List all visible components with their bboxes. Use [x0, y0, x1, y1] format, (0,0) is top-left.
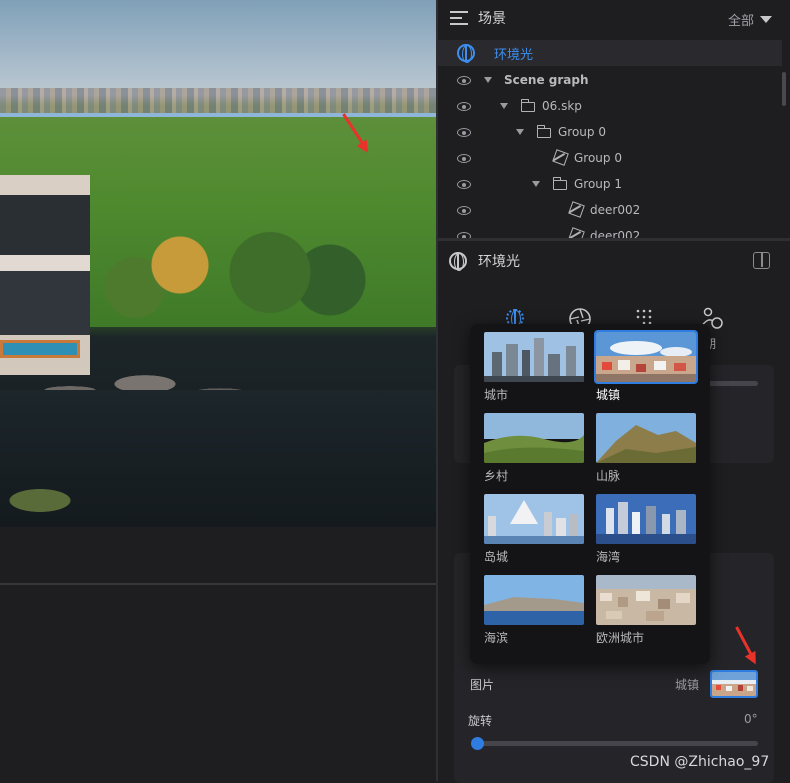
tree-row-label: 环境光	[494, 47, 534, 63]
mesh-icon	[568, 227, 585, 238]
menu-icon[interactable]	[450, 11, 468, 25]
environment-image-thumbnail[interactable]	[710, 670, 758, 698]
rotation-slider-thumb[interactable]	[471, 737, 484, 750]
env-option-seaside[interactable]	[484, 575, 584, 625]
folder-icon	[536, 125, 551, 138]
tree-row-label: Group 0	[558, 125, 606, 139]
pool	[0, 340, 80, 358]
tree-row-deer002[interactable]: deer002	[438, 223, 782, 238]
eye-icon[interactable]	[457, 128, 471, 137]
mesh-icon	[568, 201, 585, 218]
caret-down-icon[interactable]	[516, 129, 524, 135]
watermark: CSDN @Zhichao_97	[630, 754, 770, 770]
skyline-image	[0, 88, 436, 114]
image-label: 图片	[470, 678, 495, 692]
town-thumbnail-image	[712, 672, 756, 696]
env-option-label: 城镇	[596, 388, 621, 402]
tree-row-group-1[interactable]: Group 1	[438, 171, 782, 197]
eye-icon[interactable]	[457, 206, 471, 215]
eye-icon[interactable]	[457, 154, 471, 163]
env-option-label: 岛城	[484, 550, 509, 564]
folder-icon	[552, 177, 567, 190]
divider	[0, 583, 436, 585]
scene-title: 场景	[478, 11, 506, 27]
tree-row-label: Group 0	[574, 151, 622, 165]
filter-label: 全部	[727, 14, 754, 29]
foreground-plant	[0, 478, 100, 523]
properties-title: 环境光	[478, 254, 520, 270]
tree-row-label: deer002	[590, 229, 641, 238]
env-option-label: 城市	[484, 388, 509, 402]
rotation-value: 0°	[744, 712, 758, 726]
tree-row-label: Scene graph	[504, 73, 589, 87]
environment-picker-popup: 城市 城镇 乡村 山脉 岛城 海湾 海滨 欧洲城市	[470, 324, 710, 664]
tree-row-group-0-mesh[interactable]: Group 0	[438, 145, 782, 171]
tree-row-06-skp[interactable]: 06.skp	[438, 93, 782, 119]
caret-down-icon[interactable]	[532, 181, 540, 187]
env-option-label: 海滨	[484, 631, 509, 645]
env-option-european-city[interactable]	[596, 575, 696, 625]
env-option-city[interactable]	[484, 332, 584, 382]
tree-row-deer002[interactable]: deer002	[438, 197, 782, 223]
tree-row-label: Group 1	[574, 177, 622, 191]
mountain-thumbnail-image	[596, 413, 696, 463]
countryside-thumbnail-image	[484, 413, 584, 463]
env-option-countryside[interactable]	[484, 413, 584, 463]
eye-icon[interactable]	[457, 76, 471, 85]
rotation-slider-track[interactable]	[474, 741, 758, 746]
env-option-label: 海湾	[596, 550, 621, 564]
seaside-thumbnail-image	[484, 575, 584, 625]
european-city-thumbnail-image	[596, 575, 696, 625]
env-option-label: 山脉	[596, 469, 621, 483]
tree-row-group-0[interactable]: Group 0	[438, 119, 782, 145]
timeline-area	[0, 527, 436, 781]
caret-down-icon[interactable]	[484, 77, 492, 83]
tree-row-environment[interactable]: 环境光	[438, 40, 782, 66]
env-option-bay[interactable]	[596, 494, 696, 544]
tree-scrollbar[interactable]	[782, 72, 786, 106]
island-city-thumbnail-image	[484, 494, 584, 544]
env-option-label: 欧洲城市	[596, 631, 645, 645]
bay-thumbnail-image	[596, 494, 696, 544]
eye-icon[interactable]	[457, 102, 471, 111]
tree-row-label: deer002	[590, 203, 641, 217]
folder-icon	[520, 99, 535, 112]
filter-dropdown[interactable]: 全部	[728, 10, 772, 29]
scene-header: 场景 全部	[438, 0, 790, 36]
env-option-label: 乡村	[484, 469, 509, 483]
scene-panel: 场景 全部 环境光 Scene graph 06.skp Group 0 Gro…	[438, 0, 790, 238]
env-option-island-city[interactable]	[484, 494, 584, 544]
environment-icon	[457, 44, 475, 63]
caret-down-icon[interactable]	[500, 103, 508, 109]
env-option-mountain[interactable]	[596, 413, 696, 463]
tree-row-label: 06.skp	[542, 99, 582, 113]
mesh-icon	[552, 149, 569, 166]
rotation-label: 旋转	[468, 714, 493, 728]
eye-icon[interactable]	[457, 180, 471, 189]
tree-row-scene-graph[interactable]: Scene graph	[438, 67, 782, 93]
town-thumbnail-image	[596, 332, 696, 382]
image-value: 城镇	[675, 678, 700, 692]
trees	[90, 205, 390, 355]
environment-icon	[449, 252, 467, 271]
properties-header: 环境光	[438, 241, 790, 281]
chevron-down-icon	[760, 16, 772, 23]
3d-viewport[interactable]	[0, 0, 436, 527]
env-option-town[interactable]	[594, 330, 698, 384]
panel-toggle-icon[interactable]	[753, 252, 770, 269]
city-thumbnail-image	[484, 332, 584, 382]
